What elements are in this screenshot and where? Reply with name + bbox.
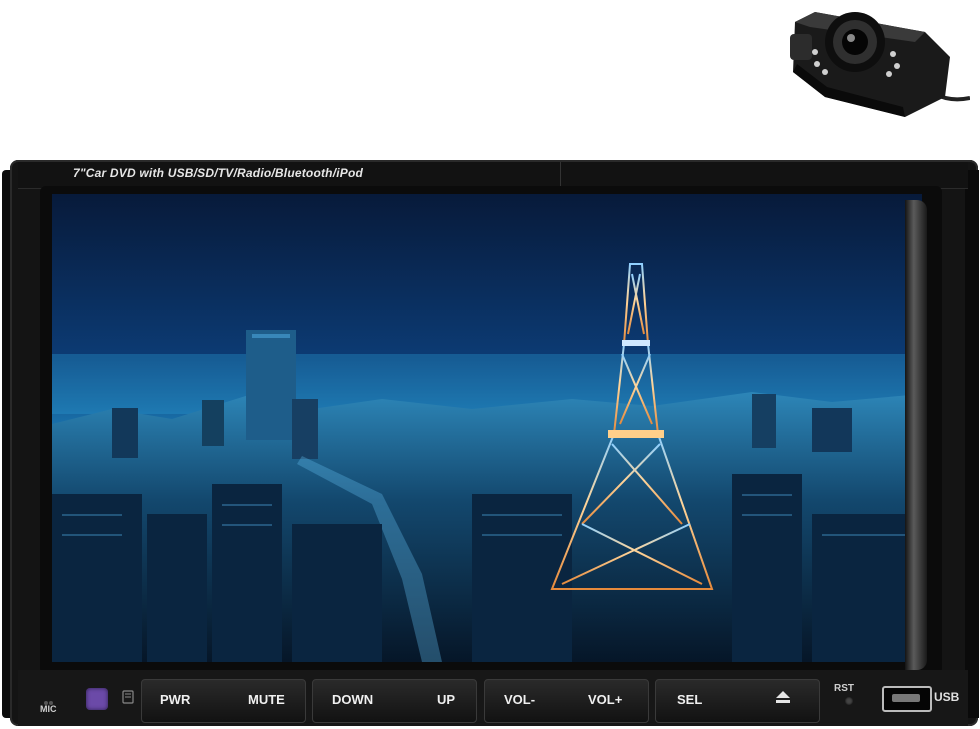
usb-label: USB bbox=[934, 690, 960, 704]
pwr-button[interactable]: PWR bbox=[160, 692, 190, 707]
city-night-tower-wallpaper bbox=[52, 194, 922, 662]
chassis-right-edge bbox=[965, 170, 979, 718]
down-button[interactable]: DOWN bbox=[332, 692, 373, 707]
rear-camera-image bbox=[790, 12, 970, 117]
rst-label: RST bbox=[834, 683, 854, 694]
sd-card-icon bbox=[122, 690, 134, 704]
up-button[interactable]: UP bbox=[437, 692, 455, 707]
mic-label: MIC bbox=[40, 704, 57, 714]
ir-sensor-window bbox=[86, 688, 108, 710]
touch-screen[interactable] bbox=[52, 194, 922, 662]
eject-icon[interactable] bbox=[775, 690, 791, 704]
vol-plus-button[interactable]: VOL+ bbox=[588, 692, 622, 707]
mute-button[interactable]: MUTE bbox=[248, 692, 285, 707]
model-label: 7"Car DVD with USB/SD/TV/Radio/Bluetooth… bbox=[73, 166, 364, 180]
vol-minus-button[interactable]: VOL- bbox=[504, 692, 535, 707]
sel-button[interactable]: SEL bbox=[677, 692, 702, 707]
screen-edge-reflection bbox=[905, 200, 927, 670]
mic-hole bbox=[44, 692, 54, 705]
reset-pinhole[interactable] bbox=[845, 697, 853, 705]
usb-port[interactable] bbox=[882, 686, 932, 712]
panel-seam bbox=[560, 162, 561, 188]
